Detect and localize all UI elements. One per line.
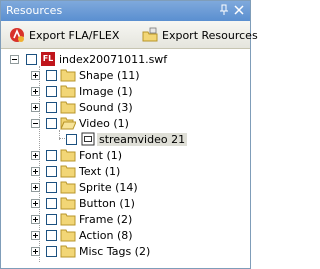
tree-node-video[interactable]: Video (1): [1, 115, 250, 132]
node-label: Misc Tags (2): [79, 245, 151, 258]
folder-icon: [60, 101, 76, 114]
node-checkbox[interactable]: [46, 182, 57, 193]
node-checkbox[interactable]: [46, 198, 57, 209]
folder-icon: [60, 165, 76, 178]
node-label: Text (1): [79, 165, 121, 178]
panel-title: Resources: [6, 4, 63, 17]
folder-icon: [60, 197, 76, 210]
toolbar: Export FLA/FLEX Export Resources: [1, 21, 258, 49]
root-checkbox[interactable]: [26, 54, 37, 65]
close-icon[interactable]: [233, 4, 245, 16]
tree-node-action[interactable]: Action (8): [1, 227, 250, 244]
expand-toggle[interactable]: [31, 199, 40, 208]
export-resources-icon: [142, 27, 158, 42]
expand-toggle[interactable]: [31, 71, 40, 80]
node-checkbox[interactable]: [46, 118, 57, 129]
pin-icon[interactable]: [218, 4, 230, 16]
node-checkbox[interactable]: [46, 246, 57, 257]
collapse-toggle[interactable]: [10, 55, 19, 64]
node-checkbox[interactable]: [46, 86, 57, 97]
node-label: Shape (11): [79, 69, 140, 82]
node-label: Button (1): [79, 197, 135, 210]
node-label: Sound (3): [79, 101, 133, 114]
swf-file-icon: FL: [41, 52, 55, 66]
export-resources-label: Export Resources: [162, 28, 258, 42]
node-checkbox[interactable]: [46, 70, 57, 81]
export-fla-button[interactable]: Export FLA/FLEX: [9, 26, 119, 44]
expand-toggle[interactable]: [31, 231, 40, 240]
expand-toggle[interactable]: [31, 183, 40, 192]
folder-icon: [60, 85, 76, 98]
tree-node-font[interactable]: Font (1): [1, 147, 250, 164]
node-label: Image (1): [79, 85, 133, 98]
tree-node-sound[interactable]: Sound (3): [1, 99, 250, 116]
expand-toggle[interactable]: [31, 167, 40, 176]
folder-icon: [60, 213, 76, 226]
node-checkbox[interactable]: [46, 150, 57, 161]
node-label: Sprite (14): [79, 181, 138, 194]
tree-node-button[interactable]: Button (1): [1, 195, 250, 212]
expand-toggle[interactable]: [31, 247, 40, 256]
panel-titlebar: Resources: [1, 1, 250, 21]
export-fla-label: Export FLA/FLEX: [29, 28, 120, 42]
node-label: Frame (2): [79, 213, 133, 226]
tree-root-row[interactable]: FL index20071011.swf: [1, 51, 250, 68]
node-label: streamvideo 21: [97, 133, 188, 146]
folder-icon: [60, 149, 76, 162]
node-label: Action (8): [79, 229, 133, 242]
resources-panel: Resources Export FLA/FLEX Export Resourc…: [0, 0, 258, 269]
export-resources-button[interactable]: Export Resources: [142, 26, 258, 44]
resource-tree: FL index20071011.swf Shape (11) Image (1…: [1, 49, 250, 268]
node-label: Video (1): [79, 117, 129, 130]
tree-node-frame[interactable]: Frame (2): [1, 211, 250, 228]
node-checkbox[interactable]: [46, 102, 57, 113]
expand-toggle[interactable]: [31, 103, 40, 112]
expand-toggle[interactable]: [31, 87, 40, 96]
video-file-icon: [81, 132, 95, 146]
tree-node-text[interactable]: Text (1): [1, 163, 250, 180]
node-checkbox[interactable]: [46, 214, 57, 225]
expand-toggle[interactable]: [31, 151, 40, 160]
node-checkbox[interactable]: [46, 166, 57, 177]
tree-node-misc-tags[interactable]: Misc Tags (2): [1, 243, 250, 260]
node-checkbox[interactable]: [46, 230, 57, 241]
root-label: index20071011.swf: [59, 53, 168, 66]
export-fla-icon: [10, 28, 24, 42]
open-folder-icon: [60, 117, 76, 130]
folder-icon: [60, 245, 76, 258]
node-checkbox[interactable]: [66, 134, 77, 145]
tree-node-image[interactable]: Image (1): [1, 83, 250, 100]
expand-toggle[interactable]: [31, 215, 40, 224]
tree-node-sprite[interactable]: Sprite (14): [1, 179, 250, 196]
tree-node-streamvideo[interactable]: streamvideo 21: [1, 131, 250, 148]
folder-icon: [60, 69, 76, 82]
tree-node-shape[interactable]: Shape (11): [1, 67, 250, 84]
folder-icon: [60, 181, 76, 194]
collapse-toggle[interactable]: [31, 119, 40, 128]
folder-icon: [60, 229, 76, 242]
node-label: Font (1): [79, 149, 123, 162]
